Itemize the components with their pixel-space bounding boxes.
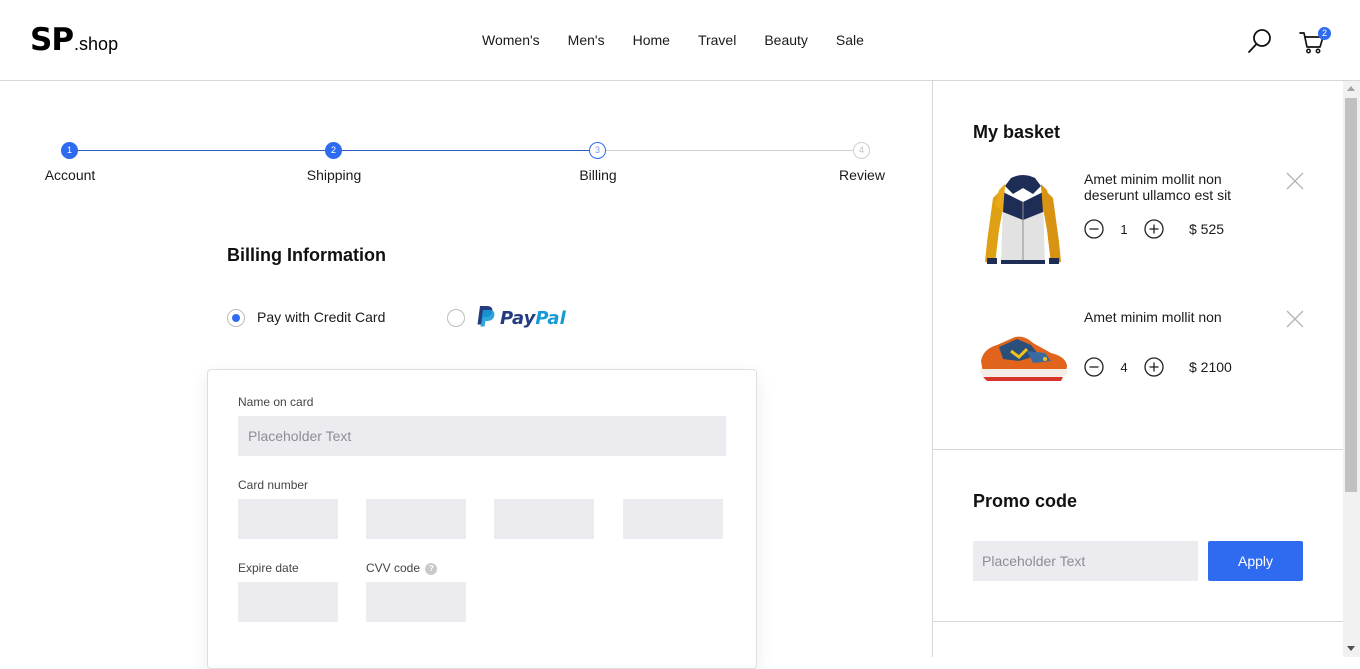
paypal-radio[interactable] [447, 309, 465, 327]
logo[interactable]: SP .shop [30, 22, 118, 58]
card-number-input-3[interactable] [494, 499, 594, 539]
main-nav: Women's Men's Home Travel Beauty Sale [482, 32, 864, 48]
billing-title: Billing Information [227, 245, 386, 265]
page-scrollbar[interactable] [1343, 81, 1360, 657]
nav-item-home[interactable]: Home [633, 32, 670, 48]
paypal-icon [476, 305, 495, 332]
expire-date-label: Expire date [238, 561, 299, 575]
cvv-label-text: CVV code [366, 561, 421, 575]
step-dot-billing[interactable]: 3 [589, 142, 606, 159]
card-form-panel: Name on card Card number Expire date CVV… [207, 369, 757, 669]
step-dot-shipping[interactable]: 2 [325, 142, 342, 159]
card-number-input-4[interactable] [623, 499, 723, 539]
credit-card-radio[interactable] [227, 309, 245, 327]
quantity-value: 1 [1120, 222, 1128, 237]
nav-item-mens[interactable]: Men's [568, 32, 605, 48]
step-dot-review: 4 [853, 142, 870, 159]
cvv-input[interactable] [366, 582, 466, 622]
yellow-jacket-image [981, 172, 1065, 268]
basket-item-name[interactable]: Amet minim mollit non [1084, 309, 1244, 325]
step-label-review: Review [839, 167, 885, 183]
plus-icon[interactable] [1144, 219, 1164, 239]
minus-icon[interactable] [1084, 219, 1104, 239]
sidebar-divider [933, 449, 1344, 450]
nav-item-travel[interactable]: Travel [698, 32, 736, 48]
logo-suffix: .shop [74, 34, 119, 54]
expire-date-input[interactable] [238, 582, 338, 622]
card-number-input-2[interactable] [366, 499, 466, 539]
step-label-shipping[interactable]: Shipping [284, 167, 384, 183]
minus-icon[interactable] [1084, 357, 1104, 377]
close-icon[interactable] [1285, 171, 1305, 191]
step-label-account[interactable]: Account [20, 167, 120, 183]
scroll-down-arrow-icon[interactable] [1347, 646, 1355, 651]
item-price: $ 525 [1189, 221, 1225, 237]
scrollbar-thumb[interactable] [1345, 98, 1357, 492]
close-icon[interactable] [1285, 309, 1305, 329]
paypal-wordmark: PayPal [500, 308, 566, 329]
help-icon[interactable]: ? [425, 562, 438, 575]
checkout-main: 1 2 3 4 Account Shipping Billing Review … [0, 81, 932, 669]
scroll-up-arrow-icon[interactable] [1347, 86, 1355, 91]
step-label-billing[interactable]: Billing [548, 167, 648, 183]
plus-icon[interactable] [1144, 357, 1164, 377]
order-sidebar: My basket Amet minim mollit non deserunt… [932, 81, 1344, 657]
nav-item-womens[interactable]: Women's [482, 32, 540, 48]
nav-item-beauty[interactable]: Beauty [764, 32, 808, 48]
logo-main: SP [30, 22, 74, 58]
credit-card-label[interactable]: Pay with Credit Card [257, 309, 385, 325]
apply-button[interactable]: Apply [1208, 541, 1303, 581]
promo-code-input[interactable] [973, 541, 1198, 581]
paypal-logo[interactable]: PayPal [476, 305, 566, 332]
name-on-card-input[interactable] [238, 416, 726, 456]
promo-title: Promo code [973, 491, 1078, 511]
card-number-label: Card number [238, 478, 309, 492]
quantity-value: 4 [1120, 360, 1128, 375]
item-price: $ 2100 [1189, 359, 1232, 375]
stepper-remaining-line [598, 150, 862, 151]
basket-item-name[interactable]: Amet minim mollit non deserunt ullamco e… [1084, 171, 1244, 203]
basket-title: My basket [973, 122, 1061, 142]
site-header: SP .shop Women's Men's Home Travel Beaut… [0, 0, 1360, 81]
sneaker-image [975, 331, 1071, 383]
search-icon[interactable] [1246, 27, 1274, 55]
card-number-input-1[interactable] [238, 499, 338, 539]
step-dot-account[interactable]: 1 [61, 142, 78, 159]
name-on-card-label: Name on card [238, 395, 314, 409]
nav-item-sale[interactable]: Sale [836, 32, 864, 48]
cvv-label: CVV code ? [366, 561, 438, 575]
sidebar-divider [933, 621, 1344, 622]
cart-count-badge: 2 [1318, 27, 1331, 40]
